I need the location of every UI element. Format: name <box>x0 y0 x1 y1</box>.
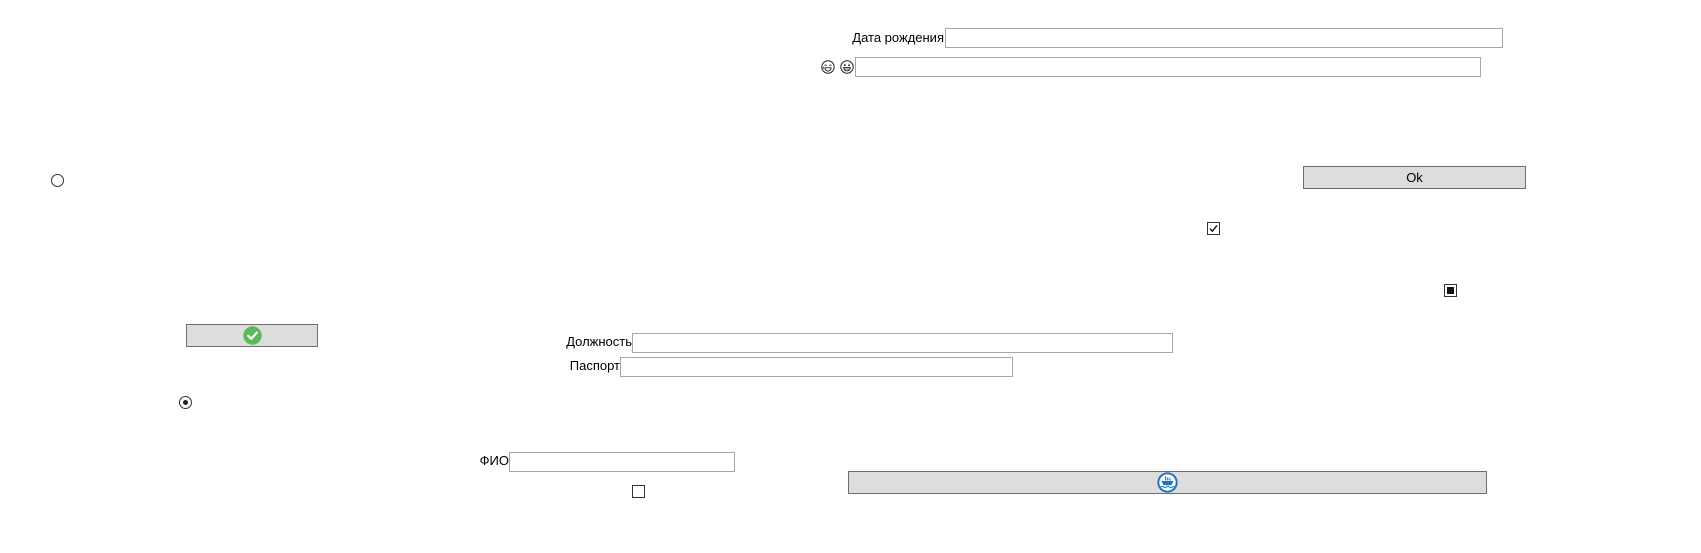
fio-input[interactable] <box>509 452 735 472</box>
ship-button[interactable] <box>848 471 1487 494</box>
emoji-input[interactable] <box>855 57 1481 77</box>
grinning-face-icon <box>840 60 854 74</box>
passport-input[interactable] <box>620 357 1013 377</box>
checkbox-indeterminate[interactable] <box>1444 284 1457 297</box>
radio-button-unchecked[interactable] <box>51 174 64 187</box>
checkbox-checked[interactable] <box>1207 222 1220 235</box>
green-checkmark-icon <box>242 326 262 345</box>
indeterminate-indicator <box>1447 287 1454 294</box>
radio-dot <box>183 400 188 405</box>
passport-label: Паспорт <box>569 358 620 373</box>
checkmark-icon <box>1209 224 1218 233</box>
ship-icon <box>1157 472 1178 493</box>
ok-button-label: Ok <box>1406 170 1423 185</box>
ok-button[interactable]: Ok <box>1303 166 1526 189</box>
birthdate-label: Дата рождения <box>852 30 944 45</box>
position-input[interactable] <box>632 333 1173 353</box>
fio-label: ФИО <box>479 453 509 468</box>
confirm-button[interactable] <box>186 324 318 347</box>
position-label: Должность <box>566 334 632 349</box>
checkbox-unchecked[interactable] <box>632 485 645 498</box>
laughing-face-icon <box>821 60 835 74</box>
radio-button-checked[interactable] <box>179 396 192 409</box>
birthdate-input[interactable] <box>945 28 1503 48</box>
